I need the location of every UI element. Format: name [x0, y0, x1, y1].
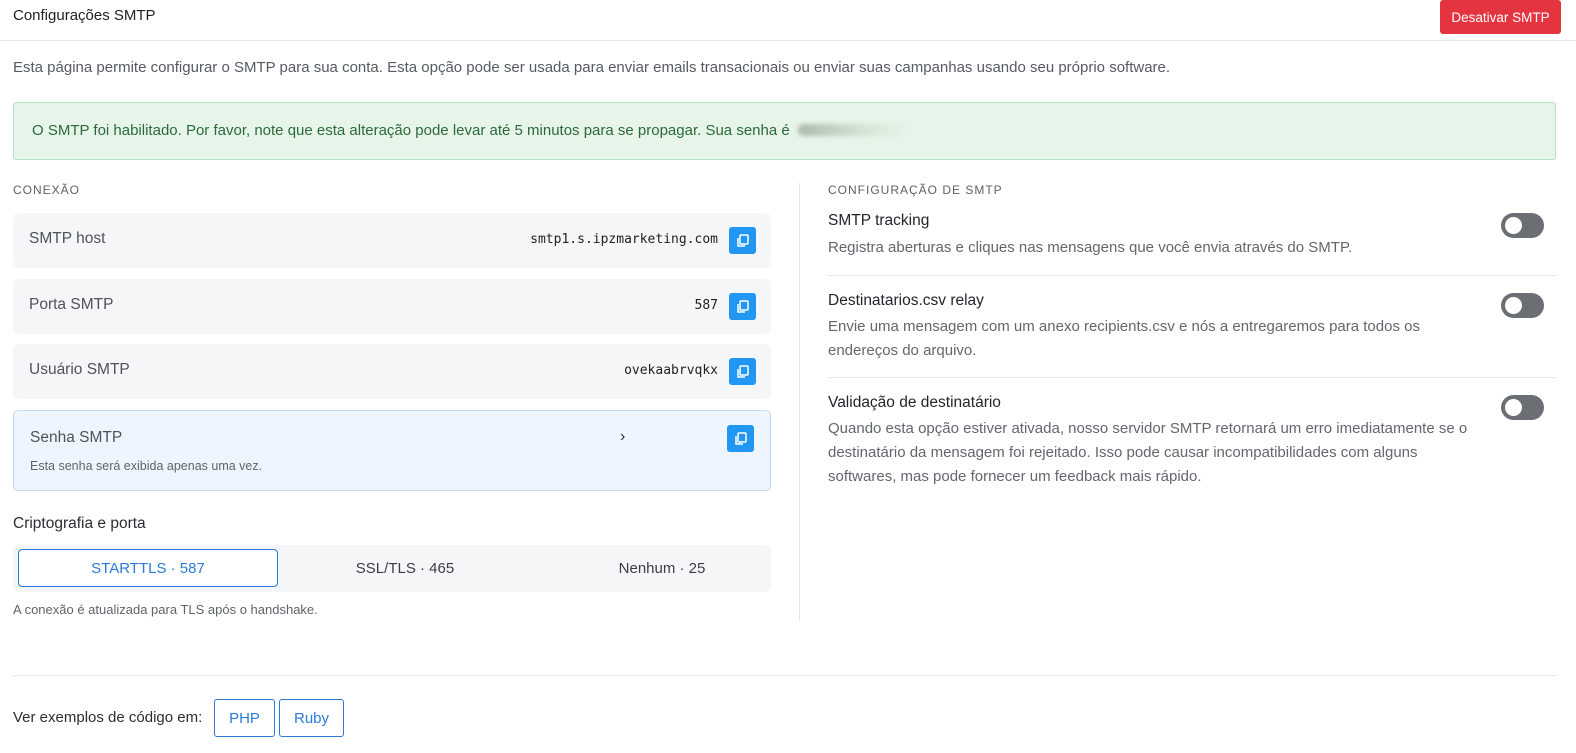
copy-icon: [736, 364, 749, 378]
crypto-note: A conexão é atualizada para TLS após o h…: [13, 602, 318, 617]
disable-smtp-button[interactable]: Desativar SMTP: [1440, 0, 1561, 34]
intro-text: Esta página permite configurar o SMTP pa…: [13, 59, 1171, 76]
copy-host-button[interactable]: [729, 227, 756, 254]
alert-text: O SMTP foi habilitado. Por favor, note q…: [32, 122, 794, 139]
smtp-port-field: Porta SMTP 587: [13, 279, 771, 334]
divider: [828, 275, 1556, 276]
option-description: Registra aberturas e cliques nas mensage…: [828, 239, 1353, 256]
crypto-option-none[interactable]: Nenhum · 25: [532, 549, 792, 587]
toggle-recipient-validation[interactable]: [1501, 395, 1544, 420]
crypto-title: Criptografia e porta: [13, 515, 146, 532]
copy-password-button[interactable]: [727, 425, 754, 452]
smtp-port-label: Porta SMTP: [29, 296, 114, 313]
smtp-host-field: SMTP host smtp1.s.ipzmarketing.com: [13, 213, 771, 268]
copy-icon: [736, 299, 749, 313]
toggle-smtp-tracking[interactable]: [1501, 213, 1544, 238]
option-title: Destinatarios.csv relay: [828, 292, 984, 309]
copy-icon: [736, 233, 749, 247]
toggle-recipients-csv-relay[interactable]: [1501, 293, 1544, 318]
crypto-segmented-control: STARTTLS · 587 SSL/TLS · 465 Nenhum · 25: [13, 545, 771, 592]
copy-user-button[interactable]: [729, 358, 756, 385]
smtp-host-value[interactable]: smtp1.s.ipzmarketing.com: [530, 232, 718, 247]
copy-port-button[interactable]: [729, 293, 756, 320]
smtp-user-value[interactable]: ovekaabrvqkx: [624, 363, 718, 378]
crypto-option-ssl-tls[interactable]: SSL/TLS · 465: [275, 549, 535, 587]
smtp-password-label: Senha SMTP: [30, 429, 123, 446]
connection-section-label: CONEXÃO: [13, 183, 81, 197]
php-example-button[interactable]: PHP: [214, 699, 275, 737]
divider: [828, 377, 1556, 378]
option-description: Envie uma mensagem com um anexo recipien…: [828, 318, 1420, 359]
option-title: Validação de destinatário: [828, 394, 1001, 411]
page-title: Configurações SMTP: [13, 7, 156, 24]
option-description: Quando esta opção estiver ativada, nosso…: [828, 420, 1468, 485]
bottom-divider: [13, 675, 1556, 676]
ruby-example-button[interactable]: Ruby: [279, 699, 344, 737]
option-smtp-tracking: SMTP tracking Registra aberturas e cliqu…: [828, 212, 1556, 260]
smtp-password-hint: Esta senha será exibida apenas uma vez.: [30, 459, 263, 473]
smtp-port-value[interactable]: 587: [695, 298, 718, 313]
column-divider: [799, 183, 800, 620]
option-recipients-csv-relay: Destinatarios.csv relay Envie uma mensag…: [828, 292, 1556, 363]
smtp-password-field: Senha SMTP › Esta senha será exibida ape…: [13, 410, 771, 491]
smtp-password-value[interactable]: ›: [620, 428, 625, 446]
smtp-user-field: Usuário SMTP ovekaabrvqkx: [13, 344, 771, 399]
code-examples-label: Ver exemplos de código em:: [13, 709, 203, 726]
crypto-option-starttls[interactable]: STARTTLS · 587: [18, 549, 278, 587]
smtp-host-label: SMTP host: [29, 230, 106, 247]
password-redacted: [797, 124, 908, 136]
copy-icon: [734, 431, 747, 445]
success-alert: O SMTP foi habilitado. Por favor, note q…: [13, 102, 1556, 160]
smtp-config-section-label: CONFIGURAÇÃO DE SMTP: [828, 183, 1003, 197]
top-bar: Configurações SMTP Desativar SMTP: [0, 0, 1576, 41]
option-recipient-validation: Validação de destinatário Quando esta op…: [828, 394, 1556, 489]
smtp-user-label: Usuário SMTP: [29, 361, 130, 378]
option-title: SMTP tracking: [828, 212, 930, 229]
